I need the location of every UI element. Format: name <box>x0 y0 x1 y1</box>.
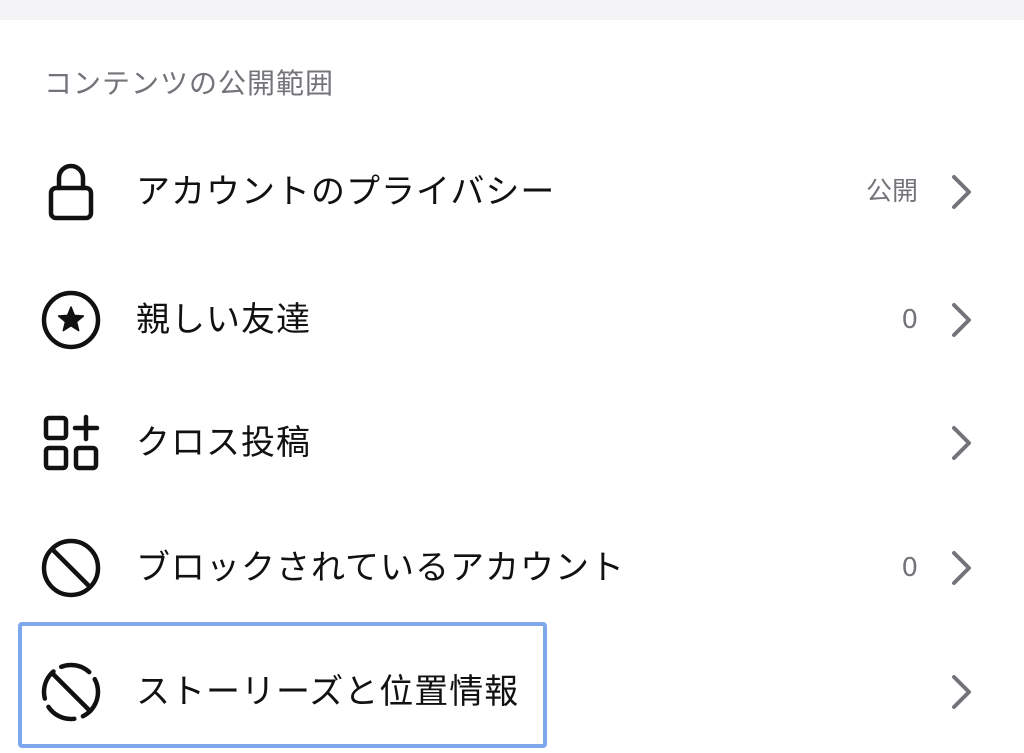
close-friends-row[interactable]: 親しい友達 0 <box>0 260 1024 380</box>
chevron-right-icon <box>948 301 976 339</box>
top-divider-bar <box>0 0 1024 20</box>
crossposting-row[interactable]: クロス投稿 <box>0 383 1024 503</box>
chevron-right-icon <box>948 673 976 711</box>
blocked-accounts-count: 0 <box>901 553 918 583</box>
lock-icon <box>38 159 104 225</box>
chevron-right-icon <box>948 549 976 587</box>
account-privacy-value: 公開 <box>865 177 918 207</box>
account-privacy-label: アカウントのプライバシー <box>136 172 556 212</box>
section-title: コンテンツの公開範囲 <box>44 67 335 100</box>
blocked-accounts-row[interactable]: ブロックされているアカウント 0 <box>0 508 1024 628</box>
account-privacy-row[interactable]: アカウントのプライバシー 公開 <box>0 132 1024 252</box>
chevron-right-icon <box>948 173 976 211</box>
close-friends-label: 親しい友達 <box>136 300 311 340</box>
chevron-right-icon <box>948 424 976 462</box>
blocked-accounts-label: ブロックされているアカウント <box>136 548 625 588</box>
star-circle-icon <box>38 287 104 353</box>
block-icon <box>38 535 104 601</box>
grid-plus-icon <box>38 410 104 476</box>
selection-highlight-box <box>18 622 547 748</box>
close-friends-count: 0 <box>901 305 918 335</box>
crossposting-label: クロス投稿 <box>136 423 311 463</box>
